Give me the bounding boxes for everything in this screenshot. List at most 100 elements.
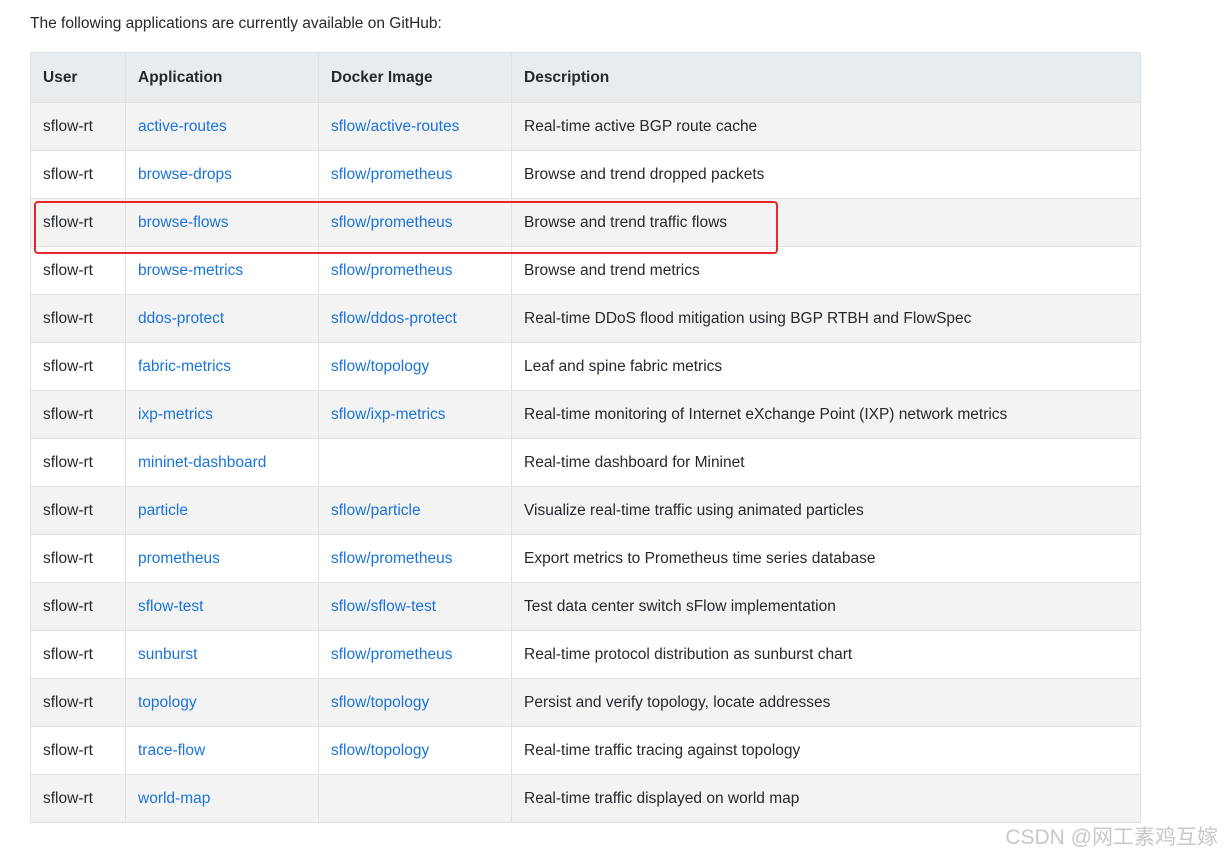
cell-docker-image: sflow/topology (318, 726, 512, 775)
application-link[interactable]: active-routes (138, 118, 227, 135)
cell-application: sunburst (125, 630, 319, 679)
cell-description: Browse and trend traffic flows (511, 198, 1141, 247)
application-link[interactable]: ddos-protect (138, 310, 224, 327)
header-user: User (30, 52, 126, 103)
docker-image-link[interactable]: sflow/prometheus (331, 166, 452, 183)
table-row: sflow-rt particle sflow/particle Visualize … (30, 486, 1141, 535)
table-row: sflow-rt world-map Real-time traffic displ… (30, 774, 1141, 823)
table-row: sflow-rt ixp-metrics sflow/ixp-metrics Real… (30, 390, 1141, 439)
cell-description: Real-time active BGP route cache (511, 102, 1141, 151)
cell-application: prometheus (125, 534, 319, 583)
cell-user: sflow-rt (30, 534, 126, 583)
table-row: sflow-rt trace-flow sflow/topology Real-tim… (30, 726, 1141, 775)
docker-image-link[interactable]: sflow/prometheus (331, 262, 452, 279)
cell-docker-image: sflow/sflow-test (318, 582, 512, 631)
cell-user: sflow-rt (30, 486, 126, 535)
cell-docker-image (318, 774, 512, 823)
table-row: sflow-rt sflow-test sflow/sflow-test Test d… (30, 582, 1141, 631)
table-row: sflow-rt active-routes sflow/active-routes… (30, 102, 1141, 151)
application-link[interactable]: browse-drops (138, 166, 232, 183)
cell-docker-image: sflow/ddos-protect (318, 294, 512, 343)
table-row: sflow-rt prometheus sflow/prometheus Export… (30, 534, 1141, 583)
cell-docker-image: sflow/prometheus (318, 198, 512, 247)
applications-table: User Application Docker Image Descriptio… (30, 52, 1141, 823)
cell-description: Persist and verify topology, locate addr… (511, 678, 1141, 727)
intro-text: The following applications are currently… (30, 15, 442, 32)
table-row: sflow-rt browse-metrics sflow/prometheus Br… (30, 246, 1141, 295)
cell-docker-image (318, 438, 512, 487)
header-row: User Application Docker Image Descriptio… (30, 52, 1141, 103)
table-body: sflow-rt active-routes sflow/active-routes… (30, 102, 1141, 823)
cell-docker-image: sflow/prometheus (318, 630, 512, 679)
cell-description: Real-time monitoring of Internet eXchang… (511, 390, 1141, 439)
cell-user: sflow-rt (30, 438, 126, 487)
table-row: sflow-rt browse-drops sflow/prometheus Brow… (30, 150, 1141, 199)
application-link[interactable]: trace-flow (138, 742, 205, 759)
application-link[interactable]: particle (138, 502, 188, 519)
cell-application: topology (125, 678, 319, 727)
docker-image-link[interactable]: sflow/prometheus (331, 214, 452, 231)
table-row: sflow-rt ddos-protect sflow/ddos-protect Re… (30, 294, 1141, 343)
application-link[interactable]: sflow-test (138, 598, 203, 615)
cell-description: Leaf and spine fabric metrics (511, 342, 1141, 391)
table-row: sflow-rt mininet-dashboard Real-time dashb… (30, 438, 1141, 487)
cell-application: browse-metrics (125, 246, 319, 295)
header-docker-image: Docker Image (318, 52, 512, 103)
table-row: sflow-rt fabric-metrics sflow/topology Leaf… (30, 342, 1141, 391)
docker-image-link[interactable]: sflow/ddos-protect (331, 310, 457, 327)
docker-image-link[interactable]: sflow/topology (331, 694, 429, 711)
table-row: sflow-rt topology sflow/topology Persist an… (30, 678, 1141, 727)
cell-application: trace-flow (125, 726, 319, 775)
cell-docker-image: sflow/prometheus (318, 150, 512, 199)
docker-image-link[interactable]: sflow/prometheus (331, 550, 452, 567)
cell-description: Real-time dashboard for Mininet (511, 438, 1141, 487)
cell-user: sflow-rt (30, 678, 126, 727)
cell-user: sflow-rt (30, 342, 126, 391)
application-link[interactable]: fabric-metrics (138, 358, 231, 375)
cell-application: ddos-protect (125, 294, 319, 343)
cell-application: browse-flows (125, 198, 319, 247)
docker-image-link[interactable]: sflow/active-routes (331, 118, 459, 135)
table-header: User Application Docker Image Descriptio… (30, 52, 1141, 103)
cell-user: sflow-rt (30, 774, 126, 823)
application-link[interactable]: prometheus (138, 550, 220, 567)
application-link[interactable]: browse-flows (138, 214, 228, 231)
application-link[interactable]: topology (138, 694, 197, 711)
table-row: sflow-rt sunburst sflow/prometheus Real-tim… (30, 630, 1141, 679)
docker-image-link[interactable]: sflow/ixp-metrics (331, 406, 446, 423)
cell-user: sflow-rt (30, 582, 126, 631)
cell-description: Export metrics to Prometheus time series… (511, 534, 1141, 583)
cell-user: sflow-rt (30, 726, 126, 775)
cell-application: browse-drops (125, 150, 319, 199)
cell-user: sflow-rt (30, 390, 126, 439)
cell-description: Real-time traffic tracing against topolo… (511, 726, 1141, 775)
cell-description: Real-time protocol distribution as sunbu… (511, 630, 1141, 679)
docker-image-link[interactable]: sflow/particle (331, 502, 421, 519)
cell-docker-image: sflow/topology (318, 342, 512, 391)
application-link[interactable]: world-map (138, 790, 210, 807)
cell-description: Test data center switch sFlow implementa… (511, 582, 1141, 631)
docker-image-link[interactable]: sflow/topology (331, 742, 429, 759)
application-link[interactable]: sunburst (138, 646, 197, 663)
application-link[interactable]: ixp-metrics (138, 406, 213, 423)
docker-image-link[interactable]: sflow/topology (331, 358, 429, 375)
watermark: CSDN @网工素鸡互嫁 (1005, 826, 1218, 849)
cell-description: Real-time traffic displayed on world map (511, 774, 1141, 823)
cell-user: sflow-rt (30, 198, 126, 247)
header-application: Application (125, 52, 319, 103)
cell-application: world-map (125, 774, 319, 823)
application-link[interactable]: browse-metrics (138, 262, 243, 279)
header-description: Description (511, 52, 1141, 103)
cell-user: sflow-rt (30, 102, 126, 151)
cell-description: Browse and trend dropped packets (511, 150, 1141, 199)
docker-image-link[interactable]: sflow/sflow-test (331, 598, 436, 615)
cell-docker-image: sflow/ixp-metrics (318, 390, 512, 439)
table-row: sflow-rt browse-flows sflow/prometheus Brow… (30, 198, 1141, 247)
cell-user: sflow-rt (30, 294, 126, 343)
cell-docker-image: sflow/active-routes (318, 102, 512, 151)
cell-docker-image: sflow/particle (318, 486, 512, 535)
application-link[interactable]: mininet-dashboard (138, 454, 266, 471)
cell-application: sflow-test (125, 582, 319, 631)
cell-description: Browse and trend metrics (511, 246, 1141, 295)
docker-image-link[interactable]: sflow/prometheus (331, 646, 452, 663)
